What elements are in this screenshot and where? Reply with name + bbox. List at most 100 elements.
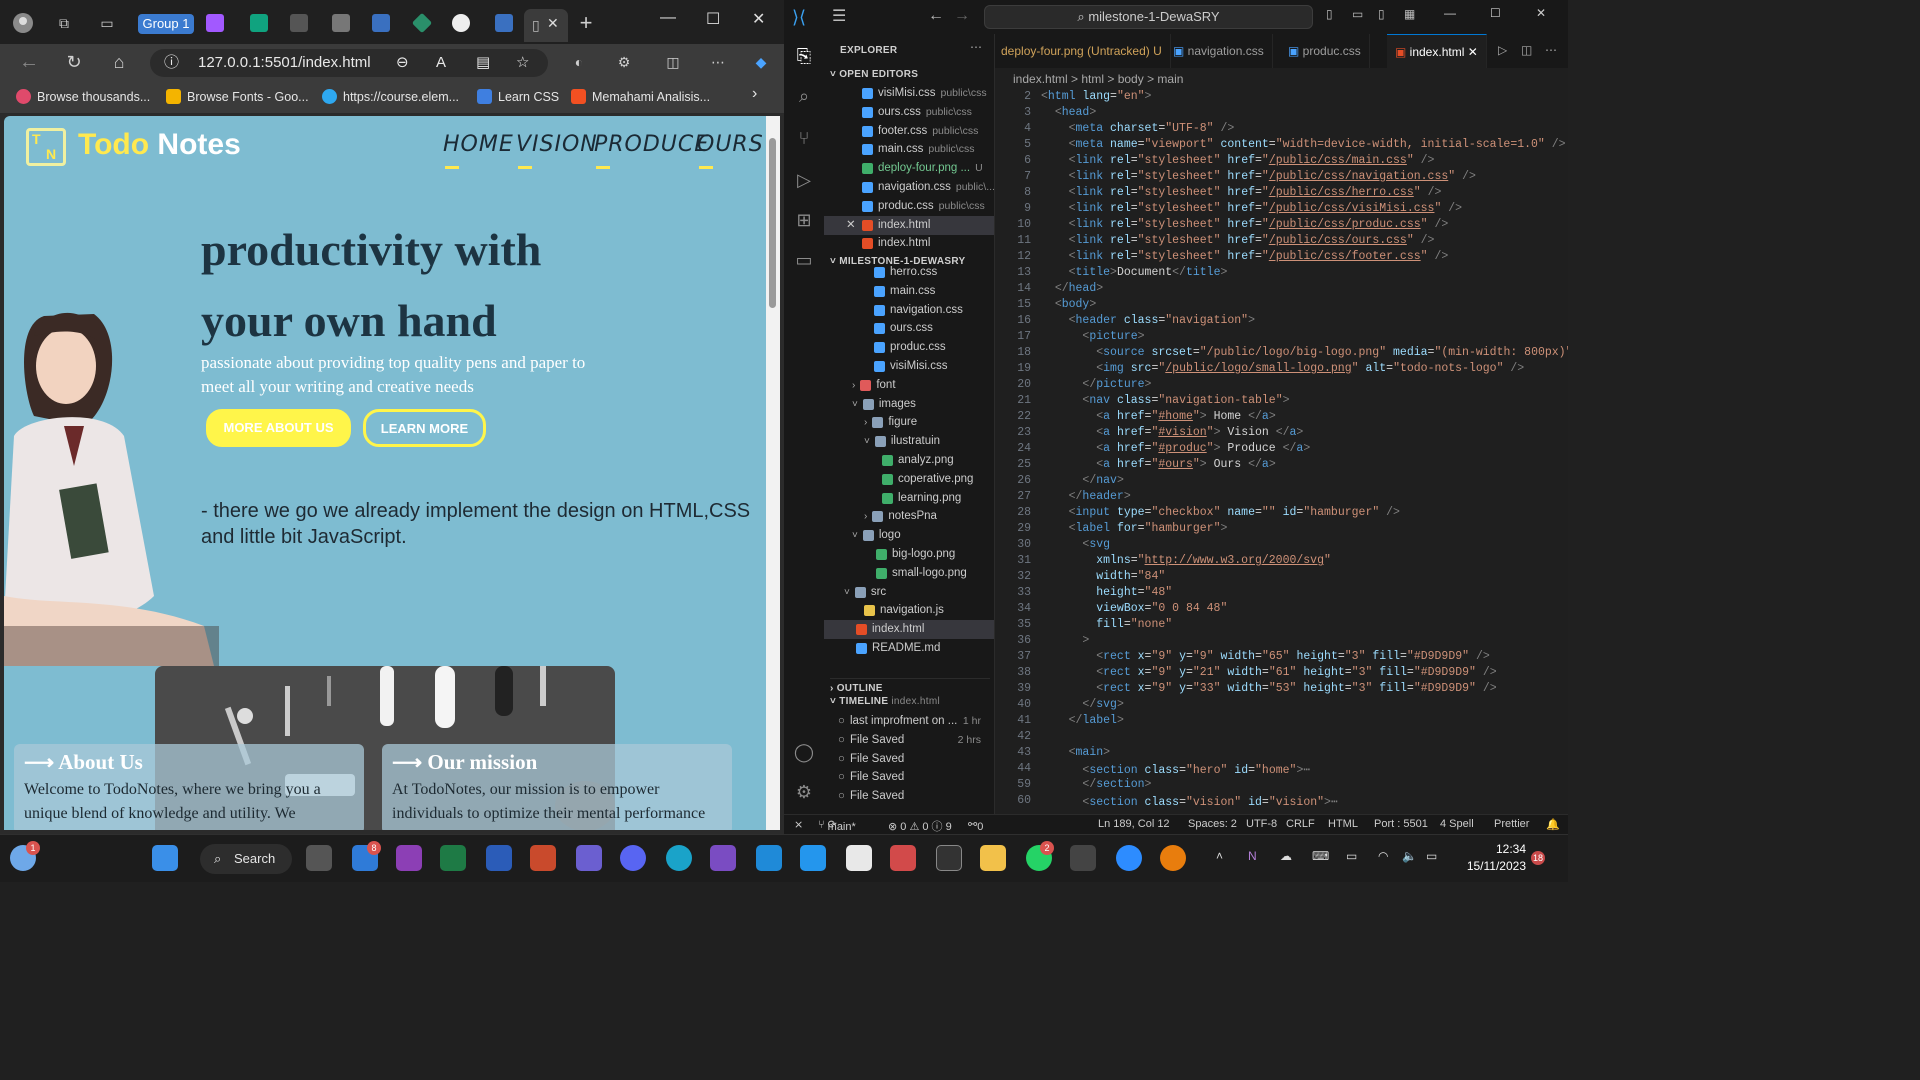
bookmark-item[interactable]: https://course.elem... [322, 89, 459, 104]
layout-icon[interactable]: ▦ [1404, 7, 1415, 21]
edge-icon[interactable] [666, 845, 692, 871]
home-icon[interactable]: ⌂ [108, 51, 130, 73]
nav-vision[interactable]: VISION [516, 132, 598, 169]
open-editor-item[interactable]: navigation.css public\... [824, 178, 994, 197]
run-debug-icon[interactable]: ▷ [793, 170, 815, 192]
explorer-icon[interactable]: ⎘ [793, 46, 815, 68]
notification-badge[interactable]: 18 [1531, 851, 1545, 865]
tree-item[interactable]: ours.css [824, 319, 994, 338]
timeline-header[interactable]: ˅ TIMELINE index.html [830, 696, 940, 707]
zoom-icon[interactable]: ⊖ [396, 49, 409, 77]
tree-item[interactable]: produc.css [824, 338, 994, 357]
tree-item[interactable]: index.html [824, 620, 994, 640]
keyboard-icon[interactable]: ⌨ [1312, 849, 1329, 863]
github-tab-icon[interactable] [452, 14, 470, 32]
maximize-icon[interactable]: ☐ [1490, 6, 1501, 20]
tab-produc-css[interactable]: ▣ produc.css [1280, 34, 1370, 68]
cmd-icon[interactable] [1070, 845, 1096, 871]
cursor-position[interactable]: Ln 189, Col 12 [1098, 818, 1170, 830]
bookmark-item[interactable]: Memahami Analisis... [571, 89, 710, 104]
live-server-port[interactable]: Port : 5501 [1374, 818, 1428, 830]
back-icon[interactable]: ← [928, 7, 944, 25]
address-bar[interactable]: ⓘ 127.0.0.1:5501/index.html ⊖ A ▤ ☆ [150, 49, 548, 77]
minimize-icon[interactable]: — [660, 9, 676, 27]
command-center[interactable]: ⌕ milestone-1-DewaSRY [984, 5, 1313, 29]
more-actions-icon[interactable]: ⋯ [1545, 43, 1557, 57]
source-control-icon[interactable]: ⑂ [793, 128, 815, 150]
open-editor-item[interactable]: deploy-four.png ... U [824, 159, 994, 178]
tab-actions-icon[interactable]: ▭ [96, 12, 118, 34]
read-aloud-icon[interactable]: A [436, 49, 446, 77]
taskbar-search[interactable]: ⌕ Search [200, 844, 292, 874]
tab-index-html[interactable]: ▣ index.html ✕ [1387, 34, 1487, 68]
cloud-icon[interactable]: ☁ [1280, 849, 1292, 863]
menu-icon[interactable]: ☰ [832, 6, 846, 26]
word-icon[interactable] [486, 845, 512, 871]
tree-item[interactable]: › notesPna [824, 507, 994, 526]
timeline-item[interactable]: ○ File Saved [824, 750, 994, 769]
refresh-icon[interactable]: ↻ [63, 51, 85, 73]
tree-item[interactable]: ˅ images [824, 395, 994, 414]
docker-icon[interactable] [800, 845, 826, 871]
remote-explorer-icon[interactable]: ▭ [793, 250, 815, 272]
open-editors-header[interactable]: ˅ OPEN EDITORS [830, 69, 918, 80]
chatgpt-tab-icon[interactable] [250, 14, 268, 32]
bookmark-item[interactable]: Learn CSS [477, 89, 559, 104]
app-tab-icon[interactable] [290, 14, 308, 32]
extensions-icon[interactable]: ⚙ [613, 51, 635, 73]
wifi-icon[interactable]: ◠ [1378, 849, 1388, 863]
battery-icon[interactable]: ▭ [1426, 849, 1437, 863]
extensions-icon[interactable]: ⊞ [793, 210, 815, 232]
more-icon[interactable]: ⋯ [707, 51, 729, 73]
back-icon[interactable]: ← [18, 51, 40, 73]
store-icon[interactable] [846, 845, 872, 871]
minimize-icon[interactable]: — [1444, 6, 1456, 20]
vscode-icon[interactable] [756, 845, 782, 871]
document-tab-icon[interactable] [332, 14, 350, 32]
open-editor-item[interactable]: ours.css public\css [824, 103, 994, 122]
language-mode[interactable]: HTML [1328, 818, 1358, 830]
chevron-right-icon[interactable]: › [752, 85, 757, 103]
outline-header[interactable]: › OUTLINE [830, 678, 990, 694]
tree-item[interactable]: ˅ ilustratuin [824, 432, 994, 451]
maximize-icon[interactable]: ☐ [706, 9, 720, 29]
scroll-thumb[interactable] [769, 138, 776, 308]
bookmark-item[interactable]: Browse thousands... [16, 89, 150, 104]
problems-indicator[interactable]: ⊗ 0 ⚠ 0 ⓘ 9 [888, 818, 952, 834]
extension-icon[interactable]: ◐ [568, 51, 590, 73]
search-icon[interactable]: ⌕ [793, 86, 815, 108]
toggle-sidebar-icon[interactable]: ▯ [1326, 7, 1333, 21]
run-icon[interactable]: ▷ [1498, 43, 1507, 57]
tree-item[interactable]: ˅ logo [824, 526, 994, 545]
split-screen-icon[interactable]: ◫ [662, 51, 684, 73]
tree-item[interactable]: main.css [824, 282, 994, 301]
tree-item[interactable]: › font [824, 376, 994, 395]
more-actions-icon[interactable]: ⋯ [970, 40, 982, 54]
toggle-panel-icon[interactable]: ▭ [1352, 7, 1363, 21]
site-logo[interactable]: T N [26, 128, 66, 166]
nav-ours[interactable]: OURS [697, 132, 764, 169]
open-editor-item[interactable]: visiMisi.css public\css [824, 84, 994, 103]
tab-deploy-four[interactable]: deploy-four.png (Untracked) U [995, 34, 1171, 68]
volume-icon[interactable]: 🔈 [1402, 849, 1417, 863]
settings-gear-icon[interactable]: ⚙ [793, 782, 815, 804]
timeline-item[interactable]: ○ last improfment on ... 1 hr [824, 712, 994, 731]
breadcrumb[interactable]: index.html > html > body > main [995, 68, 1568, 90]
open-editor-item[interactable]: main.css public\css [824, 140, 994, 159]
tree-item[interactable]: navigation.js [824, 601, 994, 620]
bookmark-item[interactable]: Browse Fonts - Goo... [166, 89, 309, 104]
prettier[interactable]: Prettier [1494, 818, 1529, 830]
terminal-icon[interactable] [936, 845, 962, 871]
timeline-item[interactable]: ○ File Saved 2 hrs [824, 731, 994, 750]
git-branch[interactable]: ⑂ main* ⟳ [818, 818, 856, 833]
excel-icon[interactable] [440, 845, 466, 871]
accounts-icon[interactable]: ◯ [793, 742, 815, 764]
tree-item[interactable]: small-logo.png [824, 564, 994, 583]
copilot-icon[interactable]: ◆ [750, 51, 772, 73]
blender-icon[interactable] [1160, 845, 1186, 871]
more-about-us-button[interactable]: MORE ABOUT US [206, 409, 351, 447]
nav-home[interactable]: HOME [443, 132, 514, 169]
split-editor-icon[interactable]: ◫ [1521, 43, 1532, 57]
toggle-secondary-icon[interactable]: ▯ [1378, 7, 1385, 21]
remote-icon[interactable]: ⨯ [794, 818, 803, 831]
